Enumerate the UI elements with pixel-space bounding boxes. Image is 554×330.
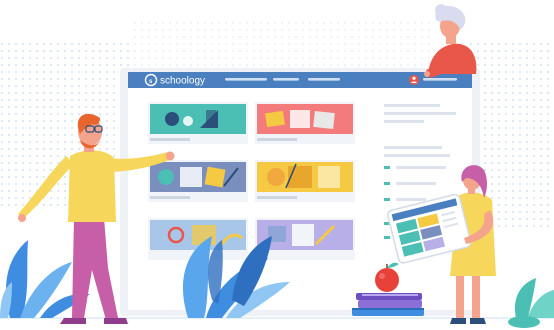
brand-name[interactable]: schoology xyxy=(160,76,205,87)
course-card[interactable] xyxy=(255,160,355,202)
nav-link-2[interactable] xyxy=(273,78,299,81)
nav-link-3[interactable] xyxy=(308,78,340,81)
woman-figure xyxy=(424,4,477,78)
leaves-right xyxy=(508,278,554,328)
course-card[interactable] xyxy=(148,160,248,202)
illustration: s schoology xyxy=(0,0,554,330)
course-card[interactable] xyxy=(148,102,248,144)
apple-icon xyxy=(375,268,399,292)
app-header: s schoology xyxy=(128,72,472,88)
user-menu-link[interactable] xyxy=(423,78,457,81)
nav-link-1[interactable] xyxy=(225,78,267,81)
course-card[interactable] xyxy=(255,102,355,144)
user-avatar-icon[interactable] xyxy=(409,75,419,85)
